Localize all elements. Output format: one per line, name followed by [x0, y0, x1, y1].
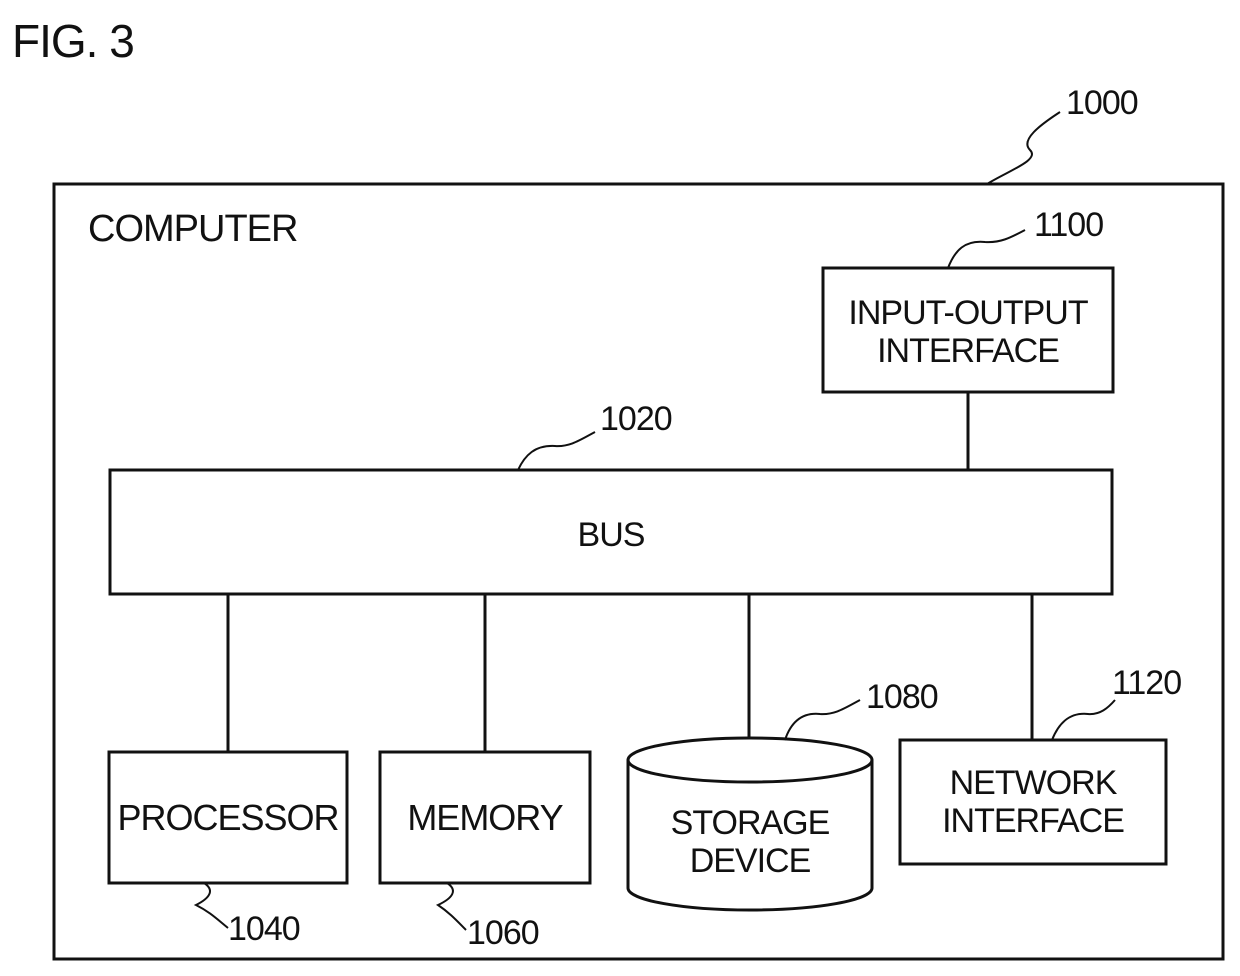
- ref-1100: 1100: [1034, 206, 1104, 244]
- leader-1000: [986, 111, 1061, 185]
- ref-1120: 1120: [1112, 664, 1182, 702]
- ref-1000: 1000: [1066, 84, 1139, 122]
- ref-1020: 1020: [600, 400, 673, 438]
- io-interface-label-line2: INTERFACE: [877, 332, 1060, 370]
- computer-label: COMPUTER: [88, 208, 298, 250]
- leader-1100: [947, 229, 1026, 269]
- leader-1040: [193, 882, 229, 929]
- leader-1120: [1051, 699, 1116, 741]
- bus-label: BUS: [577, 516, 646, 554]
- network-interface-label-line2: INTERFACE: [942, 802, 1125, 840]
- ref-1040: 1040: [228, 910, 301, 948]
- ref-1060: 1060: [467, 914, 540, 952]
- memory-label: MEMORY: [407, 797, 563, 838]
- network-interface-label-line1: NETWORK: [949, 764, 1118, 802]
- leader-1060: [435, 882, 467, 931]
- leader-1020: [517, 431, 596, 471]
- ref-1080: 1080: [866, 678, 939, 716]
- leader-1080: [784, 699, 861, 741]
- figure-title: FIG. 3: [12, 15, 135, 67]
- io-interface-label-line1: INPUT-OUTPUT: [848, 294, 1088, 332]
- processor-label: PROCESSOR: [117, 797, 339, 838]
- storage-label-line2: DEVICE: [689, 842, 812, 880]
- storage-label-line1: STORAGE: [670, 804, 831, 842]
